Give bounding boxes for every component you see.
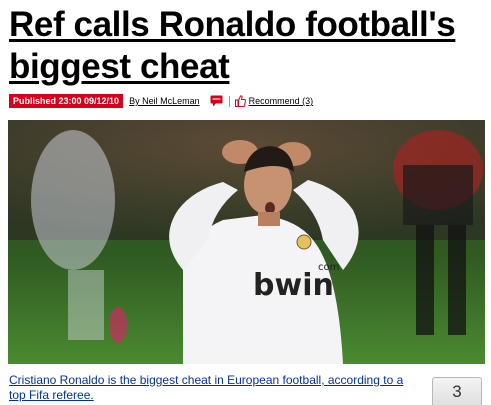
byline-divider [228,95,230,107]
byline: Published 23:00 09/12/10 By Neil McLeman… [9,94,313,108]
jersey-text: bwin [253,268,334,303]
photo-caption-link[interactable]: Cristiano Ronaldo is the biggest cheat i… [9,373,419,403]
author-link[interactable]: By Neil McLeman [129,96,200,106]
article-photo[interactable]: bwin com [8,120,485,364]
jersey-sup: com [318,262,339,273]
published-badge: Published 23:00 09/12/10 [9,94,124,108]
article-page: Ref calls Ronaldo football's biggest che… [0,0,491,405]
article-headline[interactable]: Ref calls Ronaldo football's biggest che… [9,4,484,88]
comment-count-box[interactable]: 3 [432,377,482,405]
photo-illustration: bwin com [8,120,485,364]
comment-icon[interactable] [210,95,223,107]
recommend-link[interactable]: Recommend (3) [249,96,314,106]
thumbs-up-icon[interactable] [234,95,246,107]
